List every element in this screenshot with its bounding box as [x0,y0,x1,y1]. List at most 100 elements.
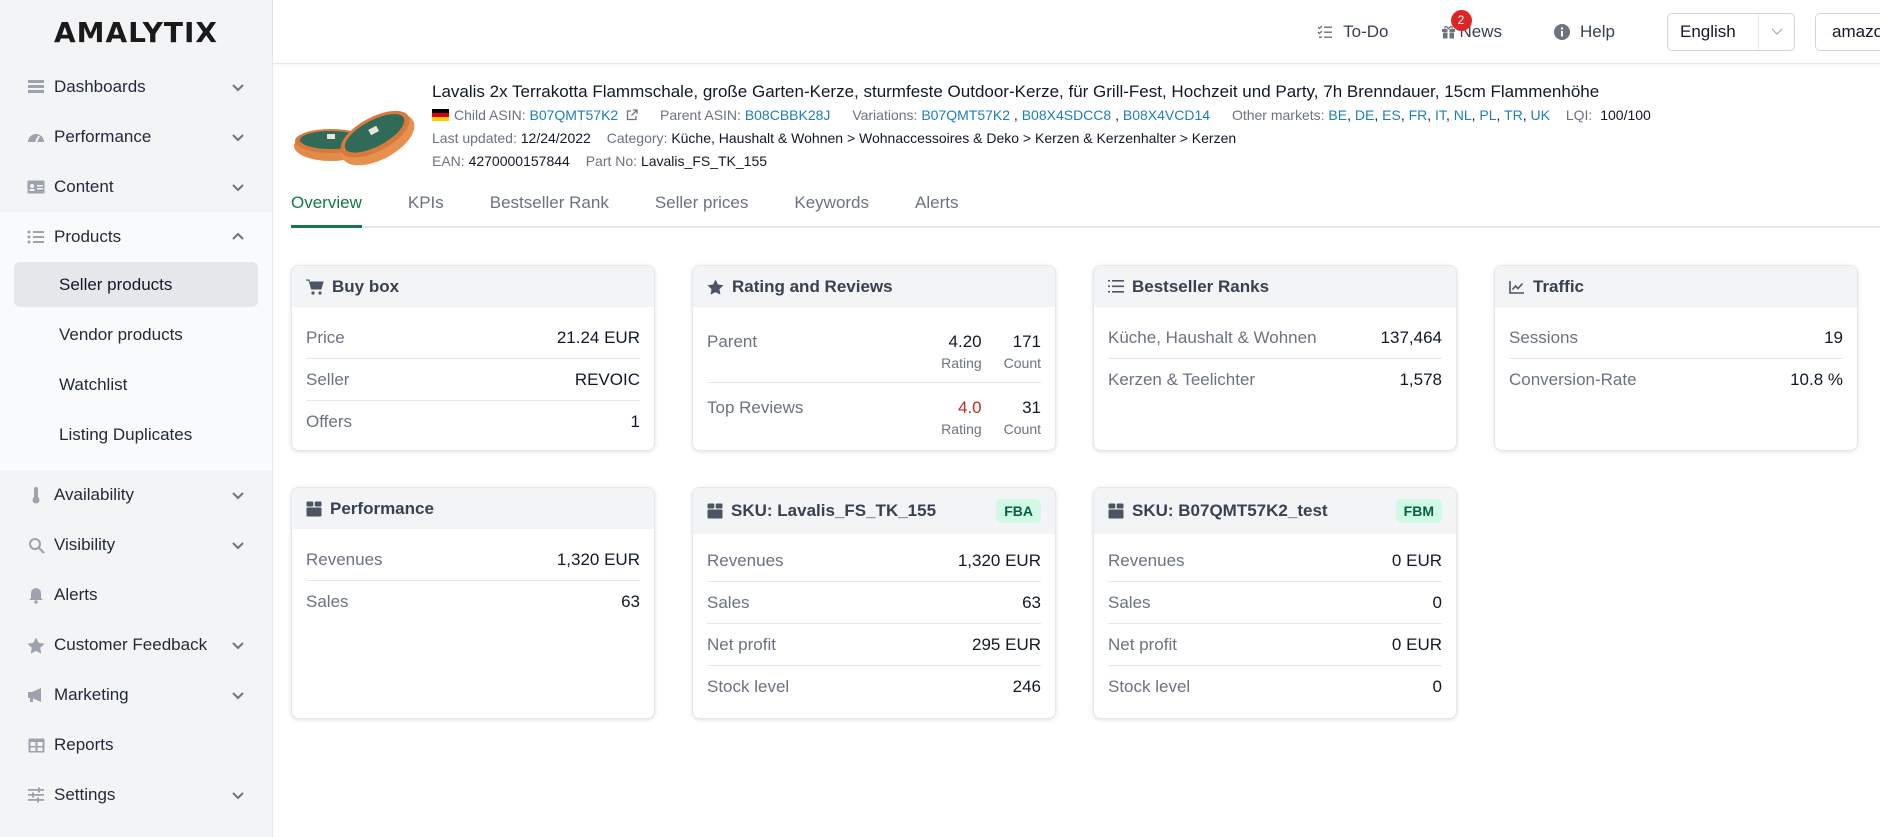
part-no-value: Lavalis_FS_TK_155 [640,153,768,169]
overview-cards: Buy box Price 21.24 EUR Seller REVOIC Offe… [291,265,1880,719]
sidebar-item-content[interactable]: Content [0,162,272,212]
language-select[interactable]: English [1667,12,1795,51]
sku-row: Revenues 1,320 EUR [707,540,1041,582]
row-label: Stock level [1108,677,1191,696]
market-link[interactable]: TR [1504,107,1523,123]
tab-keywords[interactable]: Keywords [794,180,869,228]
card-title: Traffic [1533,276,1585,296]
buybox-row-offers: Offers 1 [306,401,640,443]
variation-link[interactable]: B08X4VCD14 [1123,107,1210,123]
row-label: Kerzen & Teelichter [1108,370,1256,389]
chevron-down-icon [232,84,244,92]
sidebar-item-availability[interactable]: Availability [0,470,272,520]
sidebar-subitem-watchlist[interactable]: Watchlist [14,362,258,407]
market-link[interactable]: BE [1328,107,1347,123]
sidebar-group-products: Products Seller products Vendor products… [0,212,272,470]
card-header: SKU: B07QMT57K2_test FBM [1094,488,1456,534]
box-icon [1108,503,1124,519]
sidebar-item-visibility[interactable]: Visibility [0,520,272,570]
sidebar-item-settings[interactable]: Settings [0,770,272,820]
bestseller-ranks-card: Bestseller Ranks Küche, Haushalt & Wohne… [1093,265,1457,451]
table-icon [26,735,46,755]
parent-asin-link[interactable]: B08CBBK28J [745,107,831,123]
row-label: Offers [306,412,352,431]
sidebar-subitem-vendor-products[interactable]: Vendor products [14,312,258,357]
sidebar-item-products[interactable]: Products [0,212,272,262]
product-meta-line: Last updated: 12/24/2022 Category: Küche… [432,127,1651,150]
reviews-row-top-reviews: Top Reviews 4.0 Rating 31 Count [707,383,1041,448]
market-link[interactable]: NL [1454,107,1472,123]
row-label: Revenues [306,549,383,569]
traffic-row-sessions: Sessions 19 [1509,317,1843,359]
row-value: 1,320 EUR [957,550,1041,570]
logo[interactable]: AMALYTIX [0,0,272,62]
sidebar: AMALYTIX Dashboards Performance Content [0,0,273,837]
rating-label: Rating [941,421,982,437]
sidebar-item-performance[interactable]: Performance [0,112,272,162]
row-label: Sessions [1509,327,1578,347]
sidebar-item-customer-feedback[interactable]: Customer Feedback [0,620,272,670]
star-icon [26,635,46,655]
news-badge: 2 [1450,9,1472,31]
chevron-down-icon [232,184,244,192]
todo-link[interactable]: To-Do [1317,22,1389,42]
gauge-icon [26,127,46,147]
sku-row: Revenues 0 EUR [1108,540,1442,582]
sidebar-item-marketing[interactable]: Marketing [0,670,272,720]
performance-row-sales: Sales 63 [306,581,640,623]
market-link[interactable]: IT [1435,107,1446,123]
tab-seller-prices[interactable]: Seller prices [655,180,749,228]
product-image [291,94,416,176]
card-header: Bestseller Ranks [1094,266,1456,307]
card-title: SKU: Lavalis_FS_TK_155 [731,501,937,520]
row-label: Stock level [707,677,790,696]
market-link[interactable]: FR [1409,107,1428,123]
chevron-down-icon [232,692,244,700]
reviews-card: Rating and Reviews Parent 4.20 Rating 171… [692,265,1056,451]
help-link[interactable]: Help [1554,22,1615,42]
ordered-list-icon [1108,280,1124,293]
tab-alerts[interactable]: Alerts [915,180,958,228]
sidebar-subitem-listing-duplicates[interactable]: Listing Duplicates [14,412,258,457]
row-label: Revenues [707,550,784,570]
sidebar-item-dashboards[interactable]: Dashboards [0,62,272,112]
market-link[interactable]: PL [1479,107,1496,123]
market-link[interactable]: DE [1355,107,1374,123]
parent-asin-label: Parent ASIN: [659,107,741,123]
row-value: REVOIC [574,369,640,389]
market-link[interactable]: ES [1382,107,1401,123]
variations-label: Variations: [852,107,918,123]
row-value: 295 EUR [972,634,1041,654]
sliders-icon [26,785,46,805]
external-link-icon[interactable] [626,109,638,121]
variation-link[interactable]: B07QMT57K2 [921,107,1010,123]
card-title: Buy box [332,276,400,296]
variation-link[interactable]: B08X4SDCC8 [1022,107,1112,123]
tab-kpis[interactable]: KPIs [408,180,444,228]
card-header: Buy box [292,266,654,307]
sku-card-fba: SKU: Lavalis_FS_TK_155 FBA Revenues 1,320… [692,487,1056,719]
product-codes-line: EAN: 4270000157844 Part No: Lavalis_FS_T… [432,150,1651,173]
ean-value: 4270000157844 [468,153,570,169]
market-link[interactable]: UK [1531,107,1550,123]
search-icon [26,535,46,555]
sidebar-subitem-seller-products[interactable]: Seller products [14,262,258,307]
lqi-label: LQI: [1565,107,1593,123]
box-icon [306,501,322,516]
row-value: 246 [1012,677,1041,696]
buybox-row-seller: Seller REVOIC [306,359,640,401]
child-asin-link[interactable]: B07QMT57K2 [529,107,618,123]
row-value: 63 [1022,592,1041,612]
news-link[interactable]: 2 News [1441,9,1502,42]
row-label: Net profit [1108,634,1177,654]
line-chart-icon [1509,280,1524,294]
sku-row: Net profit 295 EUR [707,624,1041,666]
sku-card-fbm: SKU: B07QMT57K2_test FBM Revenues 0 EUR S… [1093,487,1457,719]
sidebar-item-reports[interactable]: Reports [0,720,272,770]
tab-bestseller-rank[interactable]: Bestseller Rank [490,180,609,228]
sidebar-item-alerts[interactable]: Alerts [0,570,272,620]
account-select[interactable]: amazon@revoic.com [1815,12,1880,51]
card-header: Traffic [1495,266,1857,307]
tab-overview[interactable]: Overview [291,180,362,228]
count-value: 31 [1022,398,1041,417]
